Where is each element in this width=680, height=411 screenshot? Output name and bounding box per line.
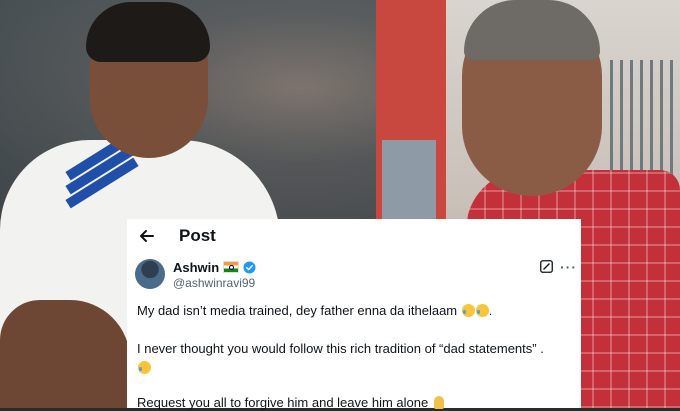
avatar[interactable]: [135, 259, 165, 289]
page-title: Post: [179, 226, 216, 245]
arrow-left-icon[interactable]: [137, 226, 157, 246]
rolling-laughing-emoji-icon: [138, 361, 151, 374]
author-display-name[interactable]: Ashwin: [173, 260, 219, 275]
author-name-row: Ashwin: [173, 259, 256, 275]
tweet-card: Post Ashwin @ashwinravi99 ··· My dad isn…: [127, 219, 581, 411]
tweet-line: I never thought you would follow this ri…: [137, 340, 575, 357]
tweet-line: [137, 359, 575, 376]
more-options-icon[interactable]: ···: [560, 260, 577, 274]
tweet-text-line1-end: .: [488, 303, 493, 318]
author-handle[interactable]: @ashwinravi99: [173, 276, 255, 290]
tweet-line: Request you all to forgive him and leave…: [137, 394, 575, 411]
cricketer-hair: [86, 2, 210, 62]
laughing-crying-emoji-icon: [461, 304, 475, 317]
india-flag-icon: [223, 261, 240, 273]
tweet-text-line2: I never thought you would follow this ri…: [137, 341, 544, 356]
background-person-legs: [382, 140, 436, 220]
verified-badge-icon: [243, 260, 256, 274]
laughing-crying-emoji-icon: [475, 304, 489, 317]
folded-hands-emoji-icon: [433, 396, 444, 409]
post-header: Post: [127, 219, 581, 253]
father-hair: [464, 0, 600, 60]
tweet-line: My dad isn’t media trained, dey father e…: [137, 302, 575, 319]
tweet-text-line1: My dad isn’t media trained, dey father e…: [137, 303, 458, 318]
grok-icon[interactable]: [540, 260, 553, 273]
cricketer-arm: [0, 300, 130, 408]
